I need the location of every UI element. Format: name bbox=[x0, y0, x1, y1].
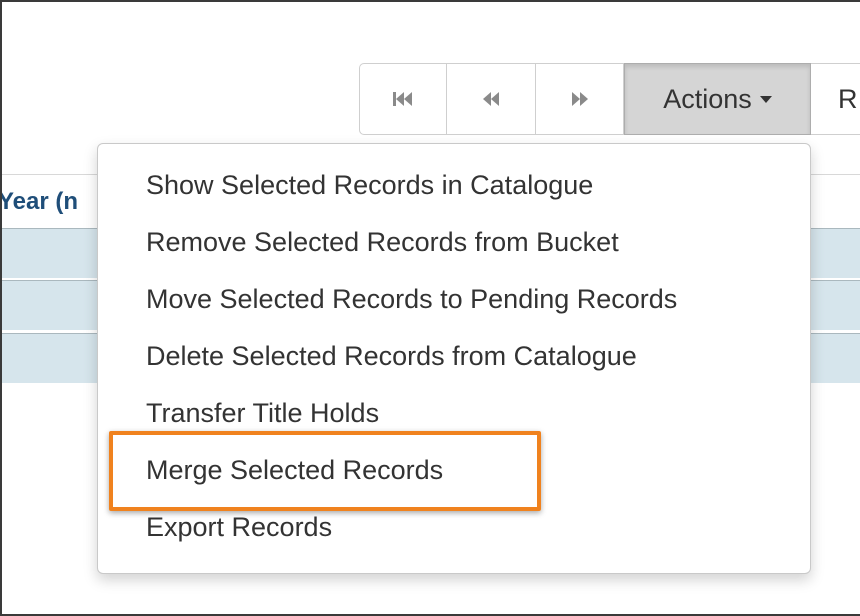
next-page-icon bbox=[570, 90, 590, 108]
actions-label: Actions bbox=[663, 83, 752, 114]
column-header-year[interactable]: Year (n bbox=[2, 180, 112, 224]
first-page-icon bbox=[392, 90, 414, 108]
menu-item-move-to-pending[interactable]: Move Selected Records to Pending Records bbox=[146, 283, 677, 315]
next-page-button[interactable] bbox=[536, 63, 624, 135]
toolbar-next-button-label: R bbox=[838, 83, 858, 114]
previous-page-button[interactable] bbox=[447, 63, 536, 135]
pager-toolbar: Actions R bbox=[359, 63, 860, 137]
previous-page-icon bbox=[481, 90, 501, 108]
menu-item-transfer-title-holds[interactable]: Transfer Title Holds bbox=[146, 397, 379, 429]
merge-highlight-box bbox=[109, 431, 541, 511]
menu-item-remove-from-bucket[interactable]: Remove Selected Records from Bucket bbox=[146, 226, 619, 258]
actions-dropdown-button[interactable]: Actions bbox=[624, 63, 811, 135]
menu-item-export-records[interactable]: Export Records bbox=[146, 511, 332, 543]
caret-down-icon bbox=[759, 95, 772, 103]
menu-item-delete-from-catalogue[interactable]: Delete Selected Records from Catalogue bbox=[146, 340, 637, 372]
first-page-button[interactable] bbox=[359, 63, 447, 135]
toolbar-next-button[interactable]: R bbox=[811, 63, 860, 135]
menu-item-show-in-catalogue[interactable]: Show Selected Records in Catalogue bbox=[146, 169, 593, 201]
